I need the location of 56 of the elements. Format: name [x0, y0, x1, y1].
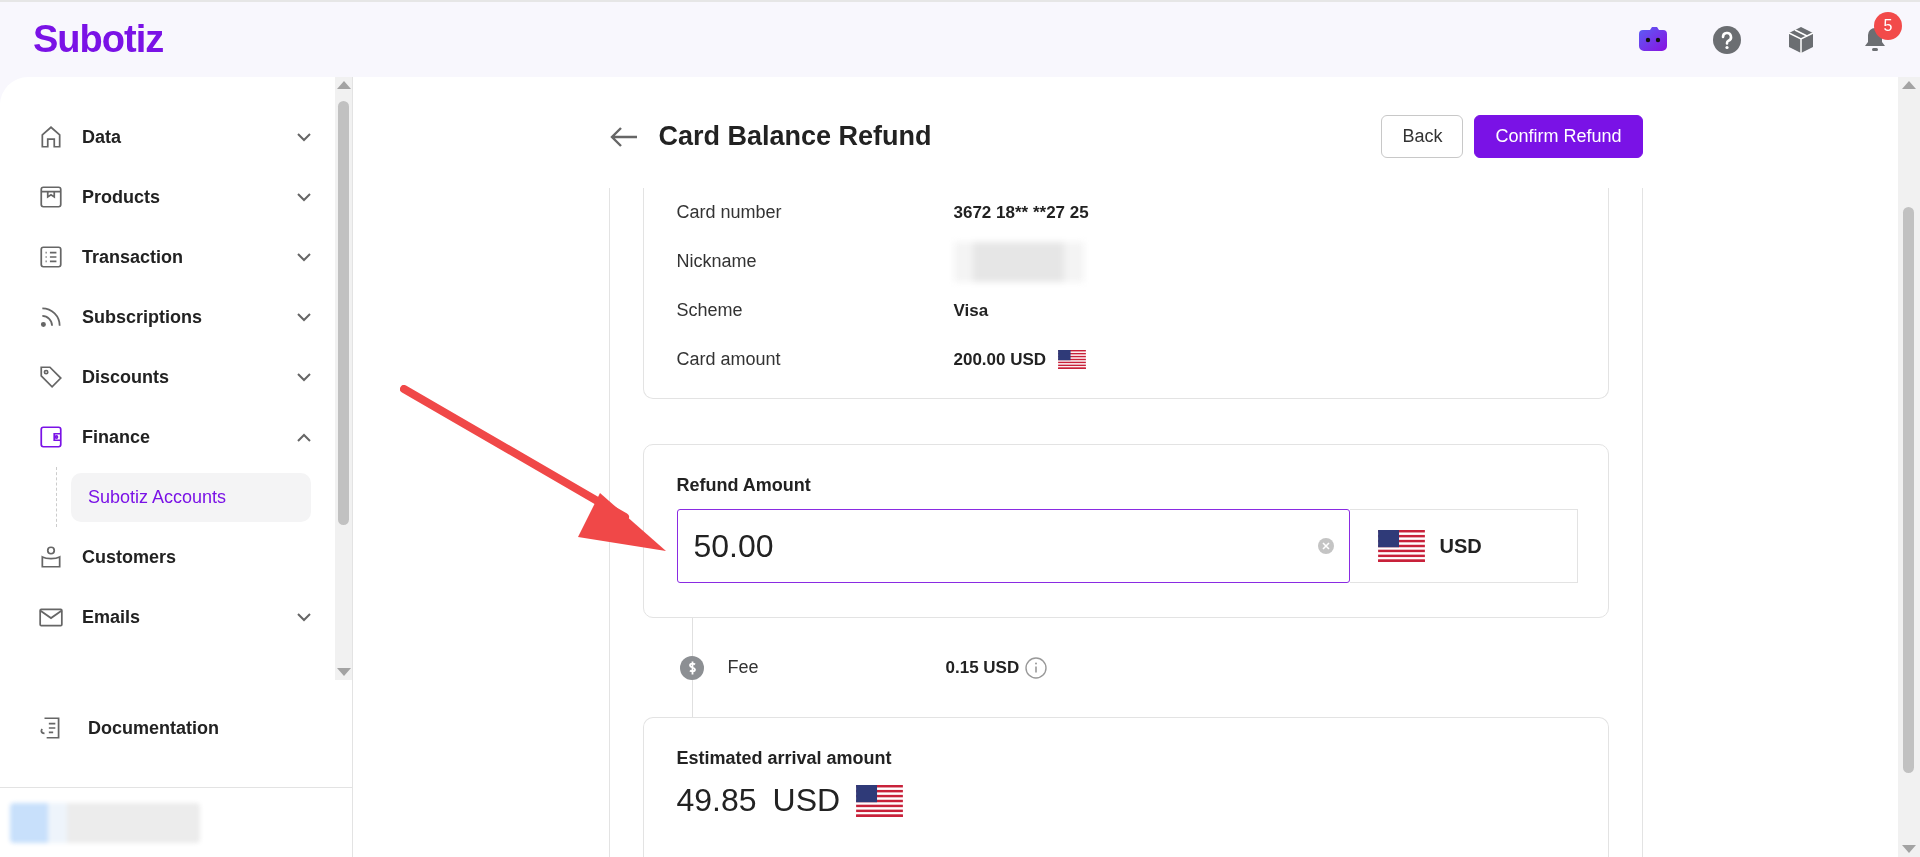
back-arrow-icon[interactable]	[608, 125, 639, 148]
detail-value: 3672 18** **27 25	[953, 202, 1089, 223]
sidebar-item-label: Products	[82, 186, 161, 208]
detail-label: Scheme	[676, 300, 744, 321]
currency-select[interactable]: USD	[1349, 509, 1578, 583]
sidebar-subitem[interactable]: Subotiz Accounts	[71, 472, 311, 522]
sidebar-item-label: Subscriptions	[82, 306, 203, 328]
flag-icon	[1058, 350, 1087, 369]
sidebar-item-label: Discounts	[82, 366, 170, 388]
chevron-down-icon[interactable]	[297, 612, 311, 622]
chevron-up-icon[interactable]	[297, 432, 311, 442]
chevron-down-icon[interactable]	[297, 192, 311, 202]
fee-label: Fee	[727, 657, 760, 678]
chevron-down-icon[interactable]	[297, 372, 311, 382]
sidebar-item[interactable]: Emails	[38, 587, 335, 647]
flag-icon	[1377, 530, 1425, 562]
sidebar-item[interactable]: Products	[38, 167, 335, 227]
amount-field[interactable]: 50.00	[676, 509, 1350, 583]
sidebar-item-label: Data	[82, 126, 122, 148]
sidebar-item[interactable]: Data	[38, 107, 335, 167]
estimate-currency: USD	[772, 782, 841, 819]
sidebar-item[interactable]: Finance	[38, 407, 335, 467]
info-icon[interactable]	[1025, 656, 1048, 679]
sidebar-item[interactable]: Subscriptions	[38, 287, 335, 347]
detail-label: Card amount	[676, 349, 782, 370]
sidebar-item-label: Emails	[82, 606, 142, 628]
dollar-icon	[679, 655, 704, 680]
detail-label: Card number	[676, 202, 783, 223]
page-title: Card Balance Refund	[658, 121, 932, 152]
refund-label: Refund Amount	[676, 475, 812, 496]
notification-badge: 5	[1874, 11, 1902, 40]
scrollbar[interactable]	[1898, 77, 1920, 857]
sidebar-item-label: Transaction	[82, 246, 185, 268]
chevron-down-icon[interactable]	[297, 132, 311, 142]
sidebar-item[interactable]: Discounts	[38, 347, 335, 407]
sidebar-item[interactable]: Transaction	[38, 227, 335, 287]
chevron-down-icon[interactable]	[297, 252, 311, 262]
brand-logo[interactable]: Subotiz	[33, 18, 164, 61]
help-icon[interactable]	[1712, 24, 1742, 55]
sidebar-item[interactable]: Documentation	[0, 693, 352, 763]
package-icon[interactable]	[1786, 24, 1816, 55]
back-button[interactable]: Back	[1381, 115, 1464, 158]
sidebar-item-label: Documentation	[88, 717, 220, 739]
scrollbar[interactable]	[335, 77, 352, 680]
flag-icon	[856, 784, 904, 817]
chevron-down-icon[interactable]	[297, 312, 311, 322]
estimate-amount: 49.85	[676, 782, 757, 819]
sidebar-item[interactable]: Customers	[38, 527, 335, 587]
estimate-label: Estimated arrival amount	[676, 748, 893, 769]
detail-label: Nickname	[676, 251, 758, 272]
fee-value: 0.15 USD	[945, 657, 1020, 678]
sidebar-item-label: Finance	[82, 426, 152, 448]
detail-value: Visa	[953, 300, 989, 321]
sidebar-item-label: Customers	[82, 546, 178, 568]
detail-value: 200.00 USD	[953, 349, 1047, 370]
confirm-refund-button[interactable]: Confirm Refund	[1474, 115, 1643, 158]
